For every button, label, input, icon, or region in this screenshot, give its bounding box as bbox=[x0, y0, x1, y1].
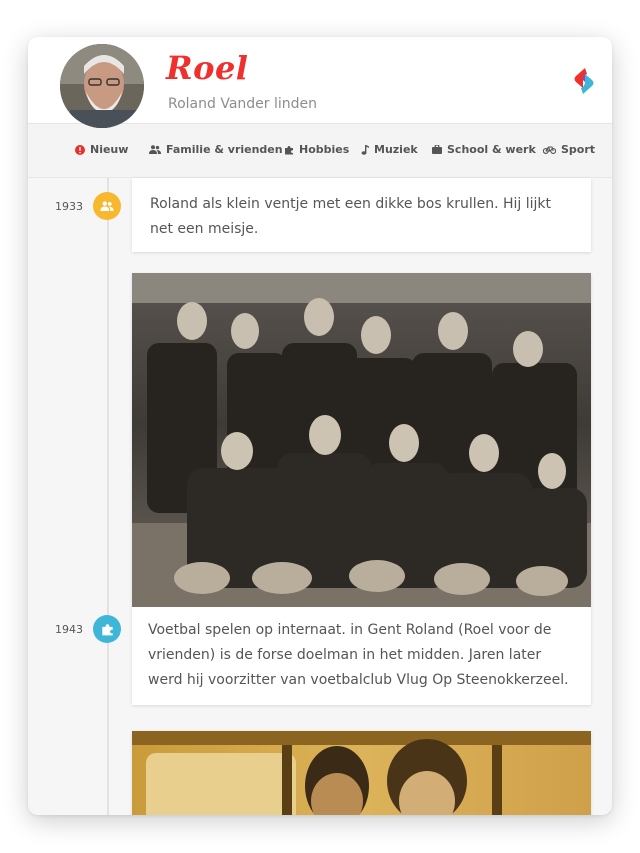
nav-item-nieuw[interactable]: Nieuw bbox=[75, 143, 128, 156]
nav-item-hobbies[interactable]: Hobbies bbox=[284, 143, 349, 156]
nav-item-label: Sport bbox=[561, 143, 596, 156]
puzzle-icon bbox=[101, 623, 113, 635]
nav-item-label: Muziek bbox=[374, 143, 418, 156]
people-icon bbox=[100, 201, 114, 211]
nav-item-label: Hobbies bbox=[299, 143, 350, 156]
brand-logo-icon[interactable] bbox=[572, 67, 596, 95]
timeline-entry[interactable] bbox=[132, 731, 591, 815]
timeline-year: 1933 bbox=[55, 200, 83, 213]
timeline-entry[interactable]: Roland als klein ventje met een dikke bo… bbox=[132, 178, 591, 252]
bicycle-icon bbox=[543, 146, 556, 154]
timeline-year: 1943 bbox=[55, 623, 83, 636]
nav-item-label: School & werk bbox=[447, 143, 536, 156]
timeline-dot[interactable] bbox=[93, 192, 121, 220]
timeline-dot[interactable] bbox=[93, 615, 121, 643]
music-note-icon bbox=[361, 144, 369, 155]
nav-item-familie[interactable]: Familie & vrienden bbox=[149, 143, 283, 156]
timeline-entry[interactable]: Voetbal spelen op internaat. in Gent Rol… bbox=[132, 273, 591, 705]
avatar[interactable] bbox=[60, 44, 144, 128]
nav-item-label: Nieuw bbox=[90, 143, 129, 156]
entry-photo[interactable] bbox=[132, 273, 591, 607]
entry-photo[interactable] bbox=[132, 731, 591, 815]
timeline-line bbox=[107, 178, 109, 815]
puzzle-icon bbox=[285, 145, 293, 154]
entry-text: Voetbal spelen op internaat. in Gent Rol… bbox=[148, 622, 569, 688]
category-nav: Nieuw Familie & vrienden Hobbies Muziek … bbox=[28, 124, 612, 178]
people-icon bbox=[149, 145, 161, 154]
nav-item-school-werk[interactable]: School & werk bbox=[432, 143, 536, 156]
nav-item-sport[interactable]: Sport bbox=[543, 143, 595, 156]
profile-card: Roel Roland Vander linden Nieuw Familie … bbox=[28, 37, 612, 815]
entry-text: Roland als klein ventje met een dikke bo… bbox=[150, 196, 552, 237]
profile-header: Roel Roland Vander linden bbox=[28, 37, 612, 128]
profile-name: Roel bbox=[166, 49, 249, 87]
nav-item-muziek[interactable]: Muziek bbox=[361, 143, 418, 156]
profile-full-name: Roland Vander linden bbox=[168, 96, 318, 112]
nav-item-label: Familie & vrienden bbox=[166, 143, 283, 156]
briefcase-icon bbox=[432, 145, 442, 154]
alert-icon bbox=[75, 144, 85, 155]
